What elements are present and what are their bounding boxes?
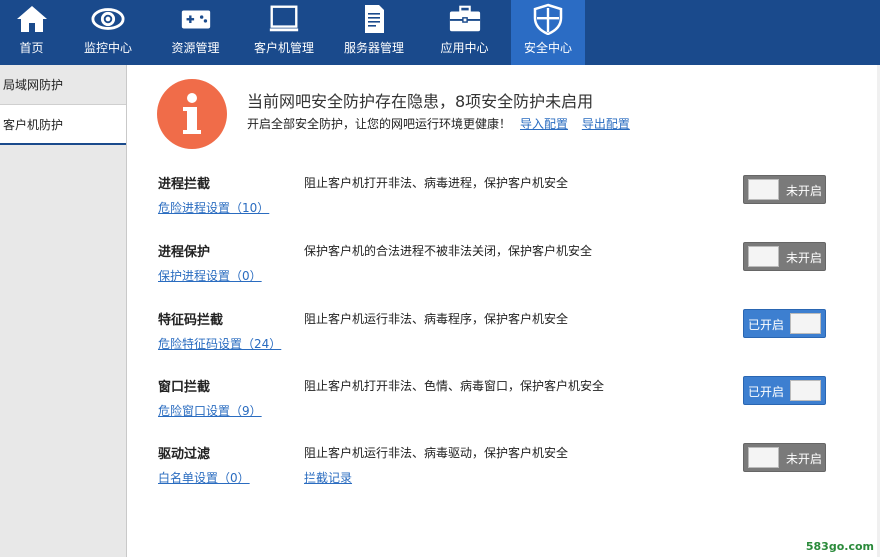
home-icon	[15, 3, 49, 35]
nav-resource-management[interactable]: 资源管理	[153, 0, 238, 65]
protection-description: 阻止客户机打开非法、病毒进程，保护客户机安全	[304, 176, 569, 190]
protection-description: 阻止客户机运行非法、病毒程序，保护客户机安全	[304, 312, 569, 326]
protection-settings-link[interactable]: 保护进程设置（0）	[158, 267, 262, 284]
watermark: 583go.com	[805, 540, 874, 553]
protection-toggle[interactable]: 已开启	[743, 376, 826, 405]
nav-label: 监控中心	[83, 41, 132, 55]
toggle-state-label: 未开启	[786, 184, 823, 198]
nav-label: 安全中心	[523, 41, 572, 55]
toggle-state-label: 未开启	[786, 251, 823, 265]
protection-name: 窗口拦截	[158, 380, 211, 395]
protection-settings-link[interactable]: 危险特征码设置（24）	[158, 335, 281, 352]
toolbox-icon	[448, 3, 482, 35]
sidebar-item-lan-protection[interactable]: 局域网防护	[0, 65, 126, 105]
block-log-link[interactable]: 拦截记录	[304, 469, 352, 486]
shield-icon	[531, 3, 565, 35]
toggle-state-label: 未开启	[786, 452, 823, 466]
toggle-knob	[790, 380, 821, 401]
monitor-icon	[267, 3, 301, 35]
protection-toggle[interactable]: 未开启	[743, 175, 826, 204]
protection-description: 阻止客户机打开非法、色情、病毒窗口，保护客户机安全	[304, 379, 605, 393]
nav-label: 客户机管理	[253, 41, 314, 55]
config-links: 导入配置 导出配置	[520, 115, 640, 132]
toggle-knob	[790, 313, 821, 334]
nav-home[interactable]: 首页	[0, 0, 63, 65]
nav-label: 服务器管理	[343, 41, 404, 55]
toggle-knob	[748, 179, 779, 200]
toggle-state-label: 已开启	[748, 318, 785, 332]
protection-toggle[interactable]: 已开启	[743, 309, 826, 338]
nav-security-center[interactable]: 安全中心	[511, 0, 585, 65]
protection-row-process-protect: 进程保护 保护进程设置（0） 保护客户机的合法进程不被非法关闭，保护客户机安全 …	[128, 241, 877, 291]
protection-description: 阻止客户机运行非法、病毒驱动，保护客户机安全	[304, 446, 569, 460]
warning-title: 当前网吧安全防护存在隐患，8项安全防护未启用	[247, 92, 594, 111]
protection-toggle[interactable]: 未开启	[743, 443, 826, 472]
eye-icon	[91, 3, 125, 35]
export-config-link[interactable]: 导出配置	[582, 117, 630, 131]
protection-settings-link[interactable]: 危险窗口设置（9）	[158, 402, 262, 419]
nav-label: 首页	[19, 41, 44, 55]
toggle-knob	[748, 447, 779, 468]
protection-row-signature-block: 特征码拦截 危险特征码设置（24） 阻止客户机运行非法、病毒程序，保护客户机安全…	[128, 309, 877, 359]
server-icon	[357, 3, 391, 35]
protection-row-driver-filter: 驱动过滤 白名单设置（0） 阻止客户机运行非法、病毒驱动，保护客户机安全 拦截记…	[128, 443, 877, 493]
protection-description: 保护客户机的合法进程不被非法关闭，保护客户机安全	[304, 244, 593, 258]
protection-row-window-block: 窗口拦截 危险窗口设置（9） 阻止客户机打开非法、色情、病毒窗口，保护客户机安全…	[128, 376, 877, 426]
sidebar-item-label: 局域网防护	[3, 78, 64, 92]
nav-app-center[interactable]: 应用中心	[418, 0, 511, 65]
nav-server-management[interactable]: 服务器管理	[330, 0, 418, 65]
protection-name: 驱动过滤	[158, 447, 211, 462]
nav-label: 资源管理	[171, 41, 220, 55]
import-config-link[interactable]: 导入配置	[520, 117, 568, 131]
main-panel: 当前网吧安全防护存在隐患，8项安全防护未启用 开启全部安全防护，让您的网吧运行环…	[128, 65, 877, 557]
nav-client-management[interactable]: 客户机管理	[238, 0, 330, 65]
sidebar-item-label: 客户机防护	[3, 118, 64, 132]
nav-monitor-center[interactable]: 监控中心	[63, 0, 153, 65]
toggle-state-label: 已开启	[748, 385, 785, 399]
gamepad-icon	[179, 3, 213, 35]
protection-settings-link[interactable]: 危险进程设置（10）	[158, 199, 269, 216]
info-warning-icon	[157, 79, 227, 149]
toggle-knob	[748, 246, 779, 267]
protection-settings-link[interactable]: 白名单设置（0）	[158, 469, 250, 486]
sidebar: 局域网防护 客户机防护	[0, 65, 127, 557]
protection-name: 进程拦截	[158, 177, 211, 192]
protection-name: 特征码拦截	[158, 313, 224, 328]
nav-label: 应用中心	[440, 41, 489, 55]
protection-row-process-block: 进程拦截 危险进程设置（10） 阻止客户机打开非法、病毒进程，保护客户机安全 未…	[128, 173, 877, 223]
sidebar-item-client-protection[interactable]: 客户机防护	[0, 105, 126, 145]
top-nav-bar: 首页 监控中心 资源管理 客户机管理 服务器管理 应用中心 安全中心	[0, 0, 880, 65]
protection-toggle[interactable]: 未开启	[743, 242, 826, 271]
protection-name: 进程保护	[158, 245, 211, 260]
warning-subtitle: 开启全部安全防护，让您的网吧运行环境更健康！	[247, 117, 512, 131]
